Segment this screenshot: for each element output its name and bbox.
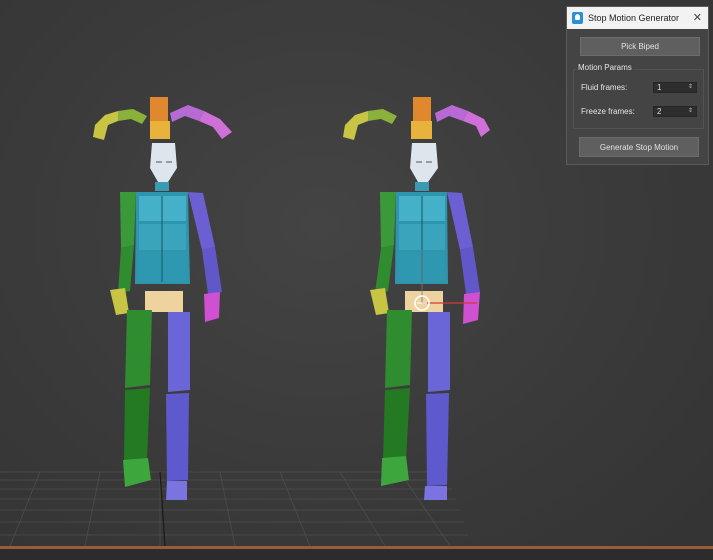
fluid-frames-value: 1 [657, 83, 662, 92]
spinner-arrows-icon[interactable]: ⇕ [688, 83, 693, 92]
close-icon[interactable]: ✕ [693, 12, 702, 24]
dialog-titlebar[interactable]: Stop Motion Generator ✕ [567, 7, 708, 29]
pick-biped-button[interactable]: Pick Biped [580, 37, 700, 56]
motion-params-label: Motion Params [577, 63, 633, 72]
biped-left [93, 97, 232, 500]
fluid-frames-label: Fluid frames: [581, 83, 628, 92]
stop-motion-dialog: Stop Motion Generator ✕ Pick Biped Motio… [566, 6, 709, 165]
biped-right [343, 97, 490, 500]
fluid-frames-spinner[interactable]: 1 ⇕ [653, 82, 697, 93]
motion-params-group [573, 69, 704, 129]
app-icon [572, 12, 583, 24]
dialog-title: Stop Motion Generator [588, 13, 680, 23]
freeze-frames-spinner[interactable]: 2 ⇕ [653, 106, 697, 117]
ground-grid [0, 471, 468, 547]
freeze-frames-label: Freeze frames: [581, 107, 635, 116]
generate-stop-motion-button[interactable]: Generate Stop Motion [579, 137, 699, 157]
freeze-frames-value: 2 [657, 107, 662, 116]
spinner-arrows-icon[interactable]: ⇕ [688, 107, 693, 116]
bottom-strip [0, 549, 713, 560]
